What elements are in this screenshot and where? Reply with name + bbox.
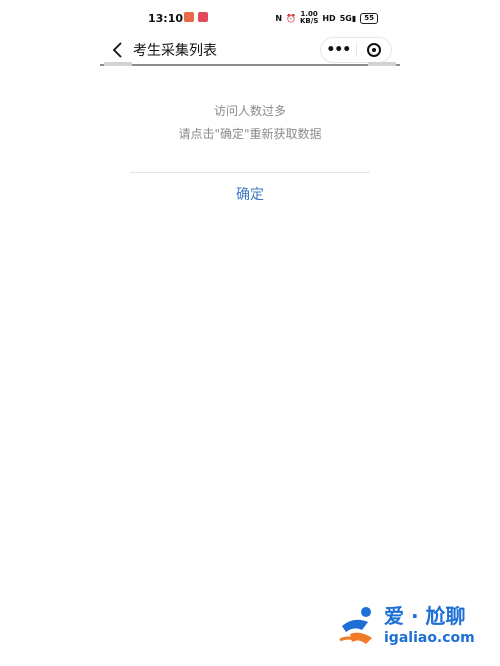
divider-accent-left	[104, 62, 132, 66]
battery-level: 55	[364, 13, 374, 22]
app-notification-icon	[184, 12, 194, 22]
status-bar: 13:10 N ⏰ 1.00 KB/S HD 5G▮ 55	[100, 0, 400, 36]
watermark-name: 爱 · 尬聊	[384, 604, 466, 628]
watermark: 爱 · 尬聊 igaliao.com	[336, 598, 496, 658]
more-button[interactable]: •••	[321, 40, 356, 60]
signal-icon: 5G▮	[339, 13, 357, 23]
hd-icon: HD	[322, 13, 336, 23]
dialog-divider	[130, 172, 370, 173]
nfc-icon: N	[275, 13, 283, 23]
target-icon	[366, 43, 381, 57]
divider-accent-right	[368, 62, 396, 66]
nav-divider	[100, 62, 400, 66]
watermark-url: igaliao.com	[384, 630, 475, 646]
phone-screen: 13:10 N ⏰ 1.00 KB/S HD 5G▮ 55 考生采集列表 •••	[100, 0, 400, 666]
battery-icon: 55	[360, 12, 378, 24]
watermark-logo-icon	[339, 607, 372, 644]
dialog-message: 请点击"确定"重新获取数据	[178, 127, 322, 141]
signal-label: 5G	[339, 13, 352, 23]
mini-program-capsule: •••	[320, 37, 392, 63]
alarm-icon: ⏰	[286, 13, 296, 23]
chevron-left-icon[interactable]	[110, 40, 126, 60]
page-title: 考生采集列表	[133, 43, 217, 59]
close-button[interactable]	[357, 43, 392, 57]
dialog-title: 访问人数过多	[213, 104, 286, 118]
status-time: 13:10	[148, 12, 184, 25]
net-speed: 1.00 KB/S	[300, 11, 318, 25]
net-speed-unit: KB/S	[300, 17, 319, 25]
confirm-button[interactable]: 确定	[100, 184, 400, 204]
app-notification-icon	[198, 12, 208, 22]
status-icons: N ⏰ 1.00 KB/S HD 5G▮ 55	[275, 11, 378, 25]
nav-bar: 考生采集列表 •••	[100, 36, 400, 66]
